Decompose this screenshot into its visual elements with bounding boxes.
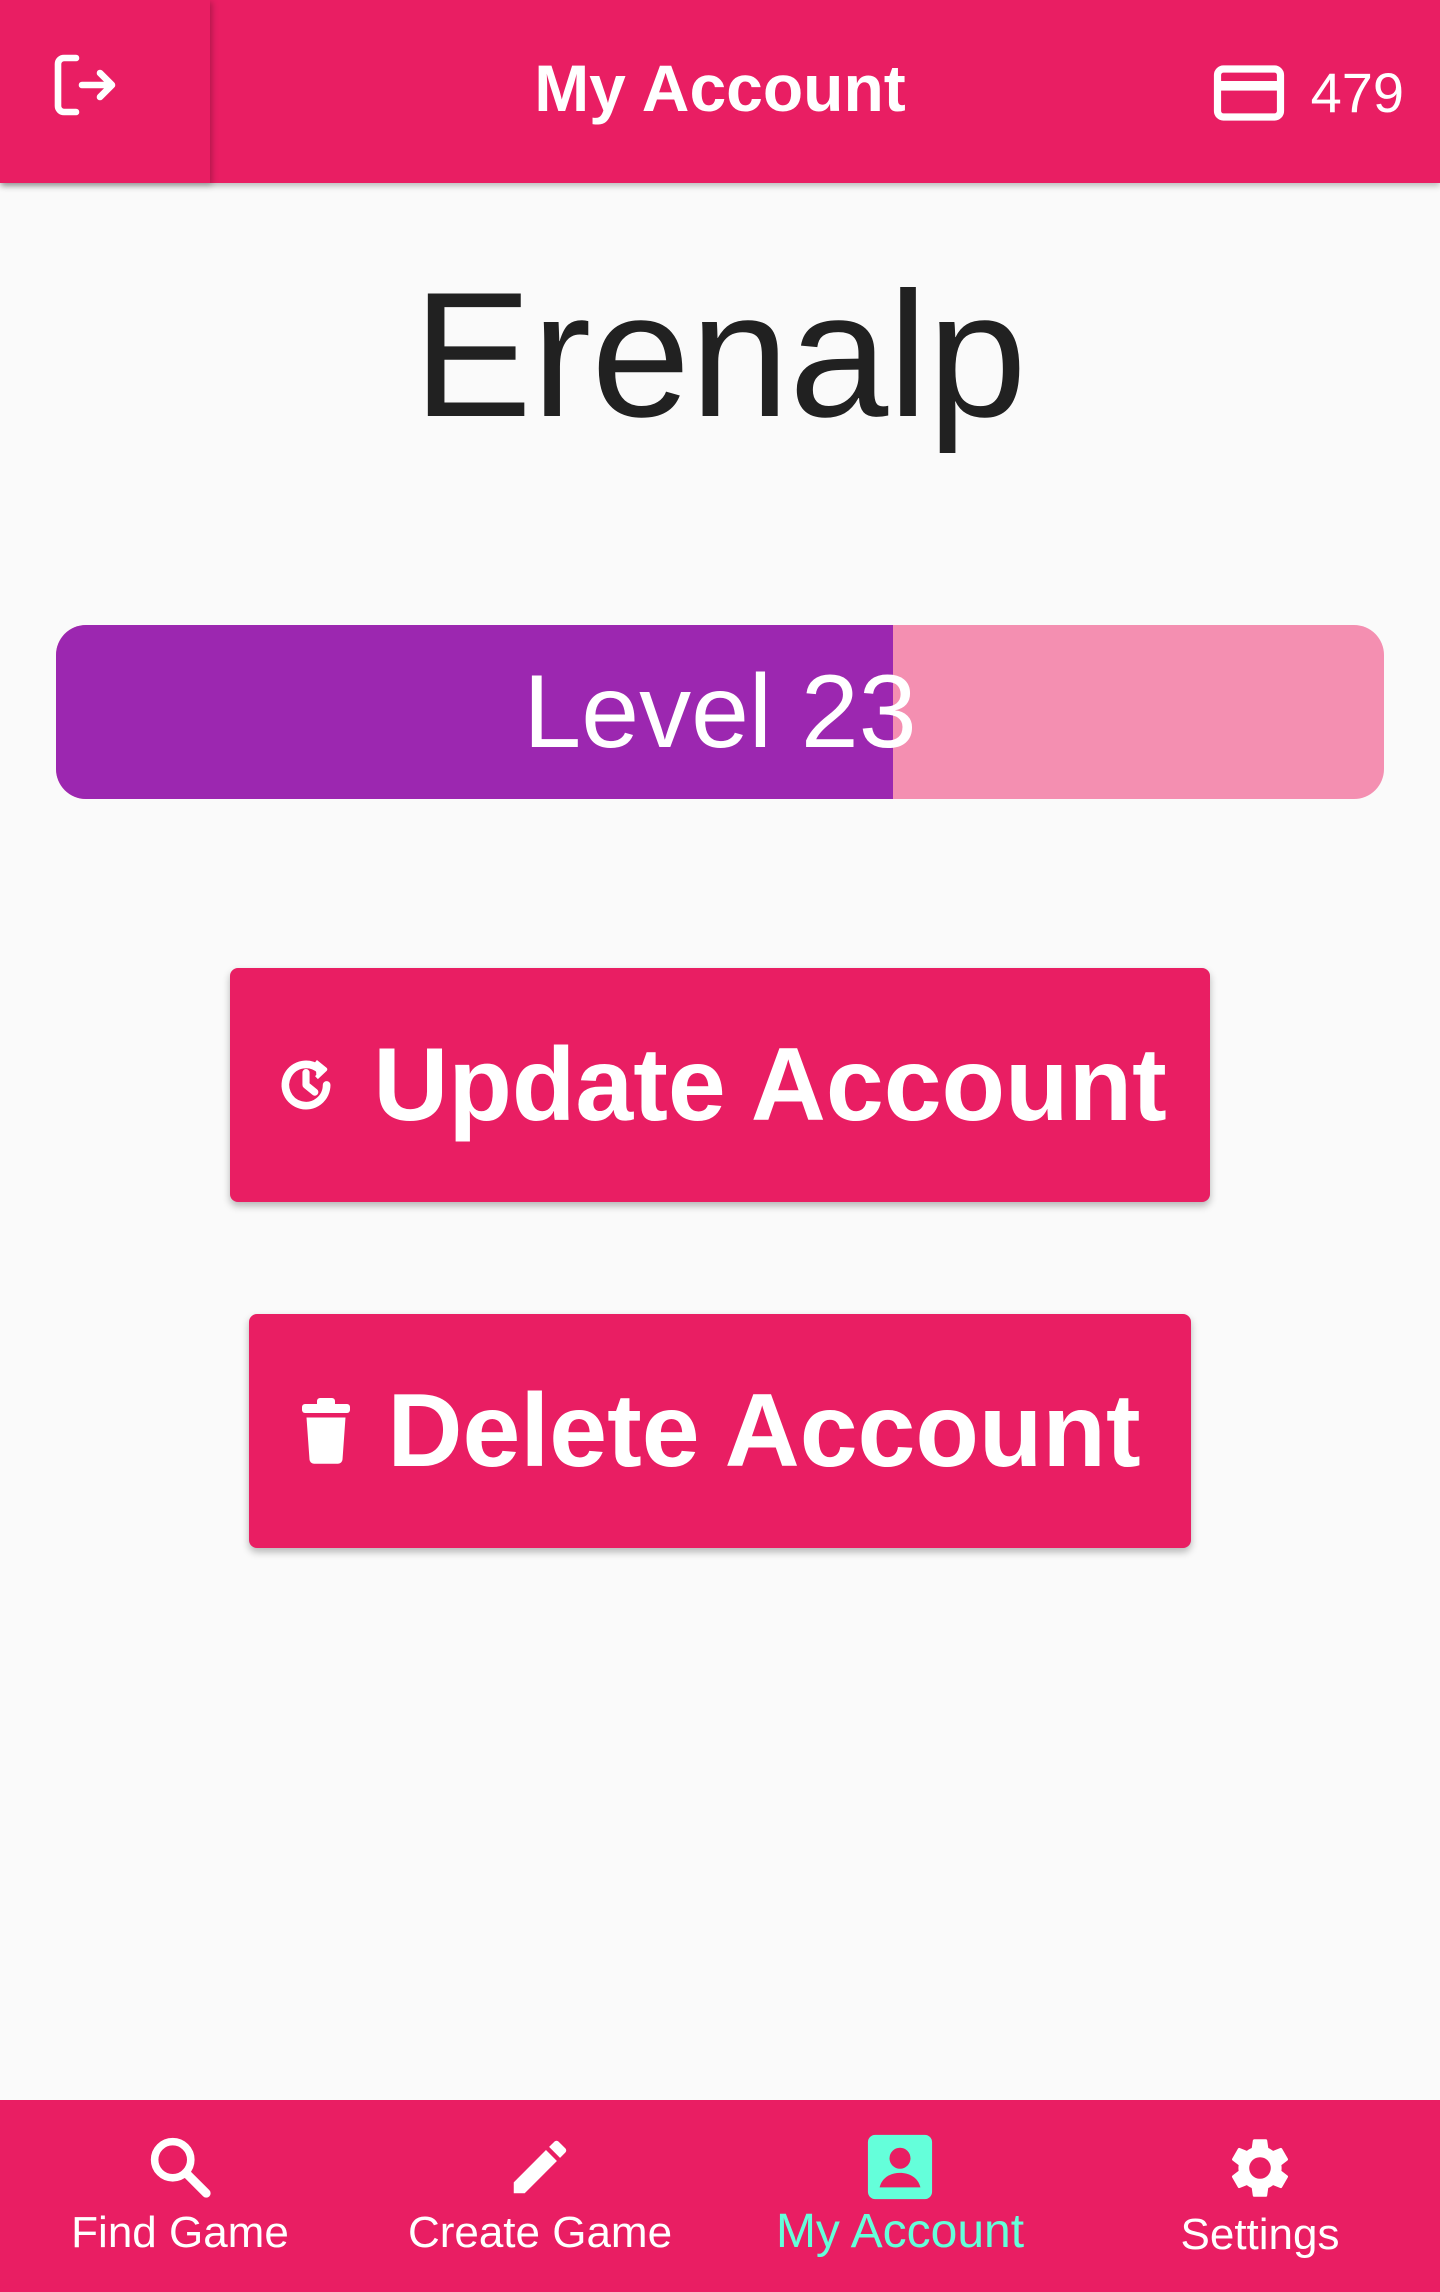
coin-balance: 479 bbox=[1213, 60, 1404, 125]
search-icon bbox=[150, 2137, 211, 2198]
nav-item-create-game[interactable]: Create Game bbox=[360, 2100, 720, 2292]
level-progress-bar: Level 23 bbox=[56, 625, 1384, 799]
coin-count: 479 bbox=[1310, 61, 1404, 124]
nav-item-my-account[interactable]: My Account bbox=[720, 2100, 1080, 2292]
nav-label: Settings bbox=[1180, 2210, 1340, 2259]
credit-card-icon bbox=[1213, 64, 1284, 121]
nav-label: My Account bbox=[775, 2205, 1025, 2258]
nav-item-find-game[interactable]: Find Game bbox=[0, 2100, 360, 2292]
nav-item-settings[interactable]: Settings bbox=[1080, 2100, 1440, 2292]
level-label: Level 23 bbox=[523, 653, 917, 770]
logout-button[interactable] bbox=[0, 0, 210, 183]
account-box-icon bbox=[867, 2134, 933, 2200]
username: Erenalp bbox=[413, 255, 1027, 454]
update-clock-icon bbox=[281, 1060, 331, 1110]
nav-label: Create Game bbox=[407, 2208, 673, 2257]
logout-icon bbox=[54, 54, 116, 115]
app-bar: My Account 479 bbox=[0, 0, 1440, 183]
update-account-label: Update Account bbox=[373, 1026, 1167, 1143]
nav-label: Find Game bbox=[71, 2208, 289, 2257]
update-account-button[interactable]: Update Account bbox=[230, 968, 1210, 1202]
bottom-navigation: Find Game Create Game My Account Setting… bbox=[0, 2100, 1440, 2292]
trash-icon bbox=[302, 1398, 351, 1464]
pencil-icon bbox=[513, 2140, 567, 2194]
delete-account-label: Delete Account bbox=[387, 1372, 1141, 1489]
delete-account-button[interactable]: Delete Account bbox=[249, 1314, 1191, 1548]
gear-icon bbox=[1231, 2139, 1289, 2197]
